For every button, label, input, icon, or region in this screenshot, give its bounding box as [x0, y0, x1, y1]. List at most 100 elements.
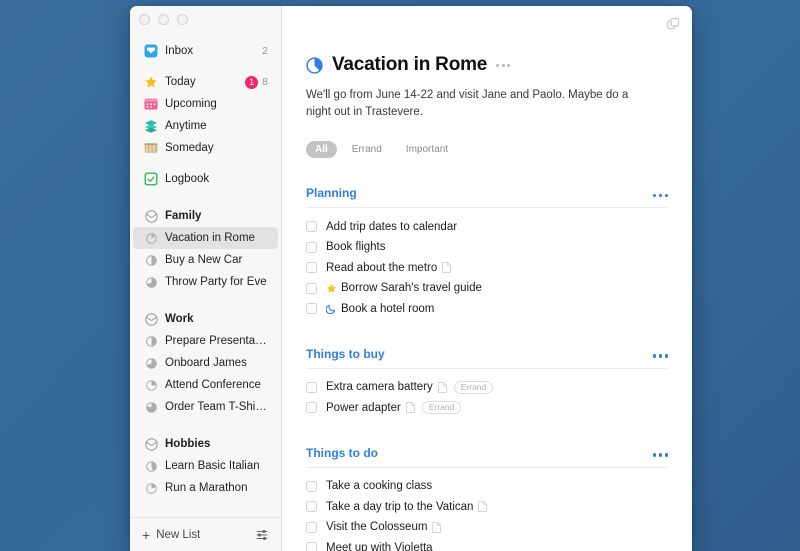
close-button[interactable] — [139, 13, 150, 25]
sidebar-item-label: Inbox — [165, 45, 194, 57]
progress-pie-icon — [144, 253, 158, 267]
sidebar-project-label: Vacation in Rome — [165, 232, 255, 244]
sidebar-item-today[interactable]: Today 1 8 — [133, 71, 278, 93]
sliders-icon[interactable] — [255, 528, 269, 542]
sidebar-item-anytime[interactable]: Anytime — [133, 115, 278, 137]
todo-checkbox[interactable] — [306, 241, 317, 253]
list-item[interactable]: Take a day trip to the Vatican — [306, 496, 668, 517]
sidebar-project-label: Onboard James — [165, 357, 247, 369]
list-item[interactable]: Take a cooking class — [306, 476, 668, 497]
tag-badge[interactable]: Errand — [421, 401, 462, 415]
todo-title: Meet up with Violetta — [326, 541, 433, 551]
section-more-icon[interactable] — [652, 184, 668, 202]
list-item[interactable]: Visit the Colosseum — [306, 517, 668, 538]
todo-checkbox[interactable] — [306, 262, 317, 274]
page-title: Vacation in Rome — [332, 54, 488, 75]
sidebar-project-run-a-marathon[interactable]: Run a Marathon — [133, 477, 278, 499]
sidebar-item-label: Today — [165, 76, 196, 88]
sidebar-project-vacation-in-rome[interactable]: Vacation in Rome — [133, 227, 278, 249]
todo-title: Take a day trip to the Vatican — [326, 500, 474, 513]
list-item[interactable]: Book a hotel room — [306, 298, 668, 319]
filter-errand[interactable]: Errand — [343, 141, 391, 158]
sidebar-project-label: Attend Conference — [165, 379, 261, 391]
window-traffic-lights — [130, 6, 281, 32]
sidebar-project-buy-a-new-car[interactable]: Buy a New Car — [133, 249, 278, 271]
logbook-icon — [144, 172, 158, 186]
section-more-icon[interactable] — [652, 345, 668, 363]
section-title[interactable]: Things to buy — [306, 347, 385, 361]
sidebar-project-throw-party-for-eve[interactable]: Throw Party for Eve — [133, 271, 278, 293]
sidebar-item-count: 8 — [262, 76, 268, 88]
sidebar-item-upcoming[interactable]: Upcoming — [133, 93, 278, 115]
progress-pie-icon — [144, 334, 158, 348]
todo-checkbox[interactable] — [306, 282, 317, 294]
todo-checkbox[interactable] — [306, 402, 317, 414]
sidebar-item-someday[interactable]: Someday — [133, 137, 278, 159]
todo-checkbox[interactable] — [306, 303, 317, 315]
todo-checkbox[interactable] — [306, 221, 317, 233]
sidebar-area-label: Hobbies — [165, 438, 211, 450]
sidebar-area-label: Family — [165, 210, 202, 222]
list-item[interactable]: Book flights — [306, 237, 668, 258]
sidebar-project-order-team-t-shirts[interactable]: Order Team T-Shirts — [133, 396, 278, 418]
sidebar-project-prepare-presentation[interactable]: Prepare Presentation — [133, 330, 278, 352]
todo-checkbox[interactable] — [306, 480, 317, 492]
area-icon — [144, 437, 158, 451]
project-header: Vacation in Rome We'll go from June 14-2… — [306, 6, 668, 159]
sidebar-project-onboard-james[interactable]: Onboard James — [133, 352, 278, 374]
progress-pie-icon[interactable] — [306, 56, 323, 74]
area-icon — [144, 312, 158, 326]
todo-checkbox[interactable] — [306, 542, 317, 551]
new-list-button[interactable]: + New List — [142, 528, 200, 542]
project-note[interactable]: We'll go from June 14-22 and visit Jane … — [306, 87, 646, 120]
todo-list: Take a cooking class Take a day trip to t… — [306, 468, 668, 551]
sidebar-project-learn-basic-italian[interactable]: Learn Basic Italian — [133, 455, 278, 477]
list-item[interactable]: Read about the metro — [306, 257, 668, 278]
section-title[interactable]: Planning — [306, 186, 357, 200]
section-header: Planning — [306, 184, 668, 209]
sidebar-area-work[interactable]: Work — [133, 308, 278, 330]
progress-pie-icon — [144, 356, 158, 370]
sidebar-item-inbox[interactable]: Inbox 2 — [133, 40, 278, 62]
minimize-button[interactable] — [158, 13, 169, 25]
project-more-icon[interactable] — [496, 63, 511, 67]
list-item[interactable]: Extra camera battery Errand — [306, 377, 668, 398]
section-title[interactable]: Things to do — [306, 446, 378, 460]
note-icon — [432, 521, 442, 533]
filter-all[interactable]: All — [306, 141, 337, 159]
note-icon — [437, 381, 447, 393]
section-more-icon[interactable] — [652, 444, 668, 462]
copy-overlap-icon[interactable] — [666, 17, 680, 31]
calendar-icon — [144, 97, 158, 111]
todo-list: Extra camera battery Errand Power adapter E… — [306, 369, 668, 418]
zoom-button[interactable] — [177, 13, 188, 25]
list-item[interactable]: Power adapter Errand — [306, 397, 668, 418]
tag-badge[interactable]: Errand — [453, 380, 494, 394]
todo-checkbox[interactable] — [306, 381, 317, 393]
star-icon — [326, 283, 337, 294]
star-icon — [144, 75, 158, 89]
progress-pie-icon — [144, 481, 158, 495]
sidebar-item-logbook[interactable]: Logbook — [133, 168, 278, 190]
sidebar-area-hobbies[interactable]: Hobbies — [133, 433, 278, 455]
list-item[interactable]: Meet up with Violetta — [306, 537, 668, 551]
layers-icon — [144, 119, 158, 133]
app-window: Inbox 2 Today 1 8 Upcoming Anytime Someday Logbo… — [130, 6, 692, 551]
list-item[interactable]: Add trip dates to calendar — [306, 216, 668, 237]
todo-title: Book a hotel room — [341, 302, 435, 315]
todo-title: Read about the metro — [326, 261, 438, 274]
list-item[interactable]: Borrow Sarah's travel guide — [306, 278, 668, 299]
todo-checkbox[interactable] — [306, 521, 317, 533]
sidebar: Inbox 2 Today 1 8 Upcoming Anytime Someday Logbo… — [130, 6, 282, 551]
todo-checkbox[interactable] — [306, 501, 317, 513]
sidebar-area-family[interactable]: Family — [133, 205, 278, 227]
plus-icon: + — [142, 526, 151, 543]
filter-important[interactable]: Important — [397, 141, 457, 158]
sections-container: Planning Add trip dates to calendar Book f… — [306, 184, 668, 551]
sidebar-project-attend-conference[interactable]: Attend Conference — [133, 374, 278, 396]
moon-icon — [326, 303, 337, 315]
todo-title: Extra camera battery — [326, 381, 433, 394]
progress-pie-icon — [144, 459, 158, 473]
